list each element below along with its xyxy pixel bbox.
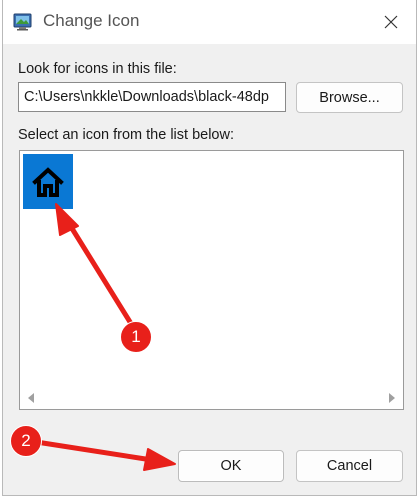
- scroll-left-icon[interactable]: [28, 393, 34, 403]
- title-bar: Change Icon: [3, 0, 416, 44]
- annotation-badge-1: 1: [120, 321, 152, 353]
- icon-list[interactable]: [19, 150, 404, 410]
- app-window-icon: [13, 13, 32, 31]
- annotation-badge-2: 2: [10, 425, 42, 457]
- close-icon: [384, 15, 398, 29]
- home-icon: [32, 166, 64, 197]
- file-label: Look for icons in this file:: [18, 61, 177, 77]
- scroll-right-icon[interactable]: [389, 393, 395, 403]
- screenshot: Change Icon Look for icons in this file:…: [0, 0, 420, 500]
- browse-button[interactable]: Browse...: [296, 82, 403, 113]
- ok-button[interactable]: OK: [178, 450, 284, 482]
- change-icon-dialog: Change Icon Look for icons in this file:…: [2, 0, 417, 496]
- icon-list-label: Select an icon from the list below:: [18, 127, 234, 143]
- window-title: Change Icon: [43, 11, 140, 30]
- cancel-button[interactable]: Cancel: [296, 450, 403, 482]
- file-path-input[interactable]: [18, 82, 286, 112]
- icon-item-selected[interactable]: [23, 154, 73, 209]
- horizontal-scrollbar[interactable]: [20, 387, 403, 409]
- close-button[interactable]: [374, 6, 408, 38]
